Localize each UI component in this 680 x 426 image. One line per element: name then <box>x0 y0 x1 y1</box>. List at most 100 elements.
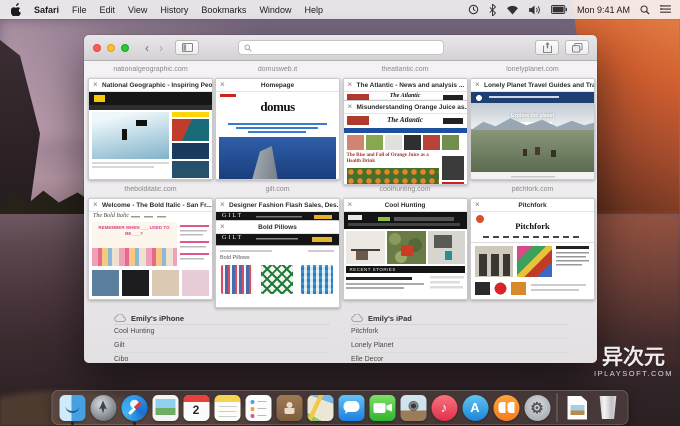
tab-thumbnail-atlantic-news[interactable]: × The Atlantic - News and analysis ... Th… <box>342 78 468 102</box>
close-window-button[interactable] <box>93 43 101 52</box>
icloud-tab-item[interactable]: Lonely Planet <box>351 339 567 353</box>
close-tab-icon[interactable]: × <box>220 79 225 91</box>
dock-reminders-icon[interactable] <box>244 391 273 424</box>
close-tab-icon[interactable]: × <box>220 221 225 233</box>
icloud-tab-item[interactable]: Cool Hunting <box>114 325 330 339</box>
dock-itunes-icon[interactable]: ♪ <box>430 391 459 424</box>
pillow-photo <box>221 265 253 294</box>
menu-clock[interactable]: Mon 9:41 AM <box>577 5 630 15</box>
atlantic-logo: The Atlantic <box>389 93 421 99</box>
dock-safari-icon[interactable] <box>120 391 149 425</box>
tab-page-preview: The Bold Italic REMEMBER WHEN ___ USED T… <box>89 212 212 299</box>
menu-app-name[interactable]: Safari <box>34 5 59 15</box>
dock-messages-icon[interactable] <box>337 391 366 424</box>
hero-text: Explore the planet <box>510 113 555 119</box>
bluetooth-icon[interactable] <box>489 3 496 16</box>
close-tab-icon[interactable]: × <box>93 79 98 91</box>
hero-text: REMEMBER WHEN ___ USED TO BE ___? <box>98 225 170 236</box>
article-headline: The Rise and Fall of Orange Juice as a H… <box>346 153 429 164</box>
tab-title: Welcome - The Bold Italic - San Fr... <box>102 201 212 209</box>
close-tab-icon[interactable]: × <box>348 79 353 91</box>
tab-thumbnail-bolditalic[interactable]: × Welcome - The Bold Italic - San Fr... T… <box>88 198 213 300</box>
notification-center-icon[interactable] <box>660 5 671 14</box>
tab-title: Designer Fashion Flash Sales, Des... <box>229 201 339 209</box>
menu-window[interactable]: Window <box>259 5 291 15</box>
tab-thumbnail-pitchfork[interactable]: × Pitchfork Pitchfork <box>470 198 595 300</box>
icloud-tab-item[interactable]: Gilt <box>114 339 330 353</box>
menu-help[interactable]: Help <box>304 5 323 15</box>
dock-launchpad-icon[interactable] <box>89 391 118 424</box>
pitchfork-logo: Pitchfork <box>515 221 550 231</box>
tab-thumbnail-lonelyplanet[interactable]: × Lonely Planet Travel Guides and Tra... … <box>470 78 595 180</box>
running-indicator <box>70 422 74 425</box>
menu-file[interactable]: File <box>72 5 87 15</box>
icloud-tab-item[interactable]: Elle Decor <box>351 353 567 363</box>
menu-history[interactable]: History <box>160 5 188 15</box>
album-art <box>517 246 552 277</box>
tab-title: Misunderstanding Orange Juice as... <box>356 103 467 111</box>
close-tab-icon[interactable]: × <box>348 101 353 113</box>
dock-finder-icon[interactable] <box>58 391 87 425</box>
dock-app-store-icon[interactable]: A <box>461 391 490 424</box>
page-heading: Bold Pillows <box>220 255 250 261</box>
tab-thumbnail-atlantic-orange-juice[interactable]: × Misunderstanding Orange Juice as... The… <box>342 100 468 185</box>
close-tab-icon[interactable]: × <box>93 199 98 211</box>
forward-button[interactable]: › <box>159 42 163 54</box>
dock-contacts-icon[interactable] <box>275 391 304 424</box>
share-button[interactable] <box>535 40 559 55</box>
tab-thumbnail-gilt-sales[interactable]: × Designer Fashion Flash Sales, Des... GI… <box>215 198 340 222</box>
menu-edit[interactable]: Edit <box>100 5 116 15</box>
sidebar-button[interactable] <box>175 40 199 55</box>
tab-thumbnail-bold-pillows[interactable]: × Bold Pillows GILT Bold Pillows <box>215 220 340 308</box>
wifi-icon[interactable] <box>506 5 519 15</box>
close-tab-icon[interactable]: × <box>475 199 480 211</box>
dock-photos-icon[interactable] <box>151 391 180 424</box>
tab-page-preview: RECENT STORIES <box>343 212 467 299</box>
search-icon <box>244 44 252 52</box>
building-photo <box>252 146 278 179</box>
tab-thumbnail-domus[interactable]: × Homepage domus <box>215 78 340 180</box>
dock-facetime-icon[interactable] <box>368 391 397 424</box>
icloud-tab-item[interactable]: Pitchfork <box>351 325 567 339</box>
dock-calendar-icon[interactable]: 2 <box>182 391 211 424</box>
dock-downloads-icon[interactable] <box>563 391 592 424</box>
city-illustration <box>92 248 177 266</box>
tab-title: Pitchfork <box>518 201 547 209</box>
gilt-logo: GILT <box>222 213 244 219</box>
tab-title: Homepage <box>260 81 295 89</box>
close-tab-icon[interactable]: × <box>348 199 353 211</box>
tab-group-domain: thebolditalic.com <box>124 186 177 193</box>
dock-notes-icon[interactable] <box>213 391 242 424</box>
dock-system-preferences-icon[interactable]: ⚙ <box>523 391 552 424</box>
bolditalic-logo: The Bold Italic <box>93 213 129 219</box>
back-button[interactable]: ‹ <box>145 42 149 54</box>
apple-menu-icon[interactable] <box>11 3 22 16</box>
menu-bookmarks[interactable]: Bookmarks <box>201 5 246 15</box>
domus-logo: domus <box>260 99 295 114</box>
icloud-tab-item[interactable]: Cibo <box>114 353 330 363</box>
close-tab-icon[interactable]: × <box>475 79 480 91</box>
menu-view[interactable]: View <box>128 5 147 15</box>
tab-overview-button[interactable] <box>565 40 589 55</box>
menu-bar: Safari File Edit View History Bookmarks … <box>0 0 680 19</box>
dock-iphoto-icon[interactable] <box>399 391 428 424</box>
address-search-field[interactable] <box>237 40 444 55</box>
dock-trash-icon[interactable] <box>594 391 623 424</box>
window-controls <box>93 43 129 52</box>
tab-group-domain: nationalgeographic.com <box>113 66 188 73</box>
tab-thumbnail-nationalgeographic[interactable]: × National Geographic - Inspiring Peo... <box>88 78 213 180</box>
dock-maps-icon[interactable] <box>306 391 335 424</box>
time-machine-icon[interactable] <box>468 4 479 15</box>
dock-ibooks-icon[interactable] <box>492 391 521 424</box>
tab-page-preview: Explore the planet <box>471 92 594 179</box>
pillow-photo <box>261 265 293 294</box>
tab-thumbnail-coolhunting[interactable]: × Cool Hunting RECENT STORIES <box>342 198 468 300</box>
tab-title: Bold Pillows <box>258 223 297 231</box>
tab-page-preview: Pitchfork <box>471 212 594 299</box>
volume-icon[interactable] <box>529 4 541 15</box>
zoom-window-button[interactable] <box>121 43 129 52</box>
close-tab-icon[interactable]: × <box>220 199 225 211</box>
spotlight-icon[interactable] <box>640 4 650 15</box>
battery-icon[interactable] <box>550 5 567 14</box>
minimize-window-button[interactable] <box>107 43 115 52</box>
